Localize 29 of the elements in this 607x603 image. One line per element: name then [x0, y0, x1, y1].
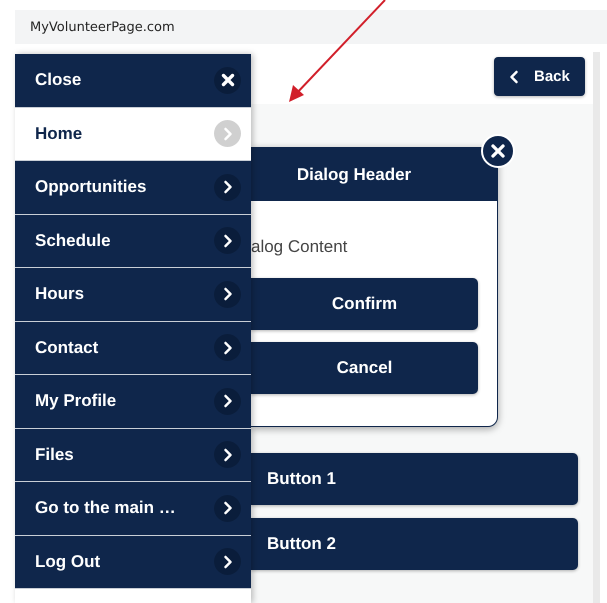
dialog-button[interactable]: Cancel [251, 342, 478, 394]
address-bar[interactable]: MyVolunteerPage.com [15, 10, 607, 44]
back-button[interactable]: Back [494, 57, 585, 96]
chevron-right-icon [214, 227, 241, 254]
page-button[interactable]: Button 2 [251, 518, 578, 570]
close-button[interactable] [481, 134, 515, 168]
menu-item[interactable]: Opportunities [15, 161, 251, 214]
page-button[interactable]: Button 1 [251, 453, 578, 505]
chevron-right-icon [214, 280, 241, 308]
menu-item[interactable]: Hours [15, 268, 251, 322]
menu-item[interactable]: Go to the main … [15, 482, 251, 536]
menu-item[interactable]: Files [15, 428, 251, 482]
chevron-right-icon [214, 548, 241, 576]
menu-item[interactable]: My Profile [15, 375, 251, 428]
chevron-right-icon [214, 120, 241, 148]
chevron-right-icon [214, 441, 241, 468]
menu-item[interactable]: Log Out [15, 536, 251, 589]
chevron-right-icon [214, 174, 241, 201]
dialog-title: Dialog Header [251, 148, 497, 201]
dialog-button[interactable]: Confirm [251, 278, 478, 330]
menu-item[interactable]: Home [15, 108, 251, 161]
menu-item[interactable]: Contact [15, 322, 251, 375]
dialog-content: alog Content [251, 237, 348, 257]
menu-item[interactable]: Schedule [15, 214, 251, 268]
menu-close-item[interactable]: Close [15, 54, 251, 108]
chevron-right-icon [214, 388, 241, 415]
chevron-right-icon [214, 494, 241, 522]
chevron-right-icon [214, 334, 241, 362]
close-icon [214, 66, 241, 94]
